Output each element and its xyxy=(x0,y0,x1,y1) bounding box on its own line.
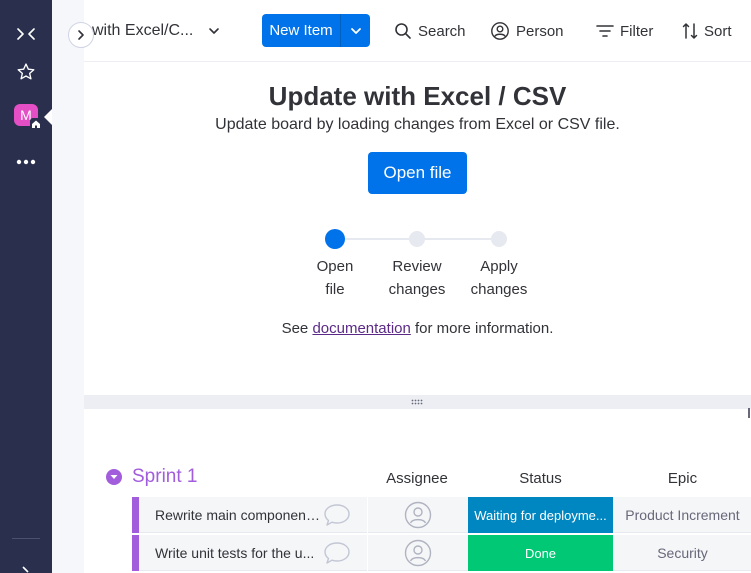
group-color-bar xyxy=(132,497,139,533)
panel-resize-handle[interactable] xyxy=(84,395,751,409)
comment-bubble-icon[interactable] xyxy=(323,541,351,570)
board-title[interactable]: with Excel/C... xyxy=(92,22,193,40)
new-item-dropdown[interactable] xyxy=(341,25,370,37)
group-header: Sprint 1 xyxy=(106,464,197,490)
column-header-status[interactable]: Status xyxy=(468,470,613,487)
step-label-line: Review xyxy=(392,258,442,275)
person-label: Person xyxy=(516,22,564,40)
status-label: Done xyxy=(524,545,557,561)
sort-icon xyxy=(682,23,698,39)
chevron-down-icon[interactable] xyxy=(208,24,220,42)
group-color-bar xyxy=(132,535,139,571)
item-name[interactable]: Write unit tests for the u... xyxy=(155,545,320,561)
scrollbar-edge[interactable] xyxy=(748,408,750,418)
documentation-link[interactable]: documentation xyxy=(312,320,410,337)
home-icon xyxy=(30,118,42,130)
step-label-line: changes xyxy=(388,281,446,298)
status-cell[interactable]: Done xyxy=(468,535,613,571)
epic-cell[interactable]: Security xyxy=(614,535,751,571)
step-label-line: changes xyxy=(470,281,528,298)
filter-label: Filter xyxy=(620,22,654,40)
person-icon xyxy=(491,22,509,40)
item-name[interactable]: Rewrite main component... xyxy=(155,507,320,523)
expand-panel-button[interactable] xyxy=(68,22,94,48)
chevron-down-icon xyxy=(350,27,361,34)
person-placeholder-icon xyxy=(404,539,431,567)
status-cell[interactable]: Waiting for deployme... xyxy=(468,497,613,533)
panel-title: Update with Excel / CSV xyxy=(268,81,567,111)
doc-suffix: for more information. xyxy=(410,320,554,337)
group-collapse-icon[interactable] xyxy=(106,469,122,485)
search-icon xyxy=(395,23,411,39)
sort-button[interactable]: Sort xyxy=(682,20,732,42)
sort-label: Sort xyxy=(704,22,732,40)
person-placeholder-icon xyxy=(404,501,431,529)
step-label-review: Review changes xyxy=(377,255,457,301)
comment-bubble-icon[interactable] xyxy=(323,503,351,532)
search-button[interactable]: Search xyxy=(394,20,466,42)
step-dot-apply xyxy=(491,231,507,247)
new-item-button[interactable]: New Item xyxy=(262,14,370,47)
search-label: Search xyxy=(418,22,466,40)
favorites-star-icon[interactable] xyxy=(0,55,52,89)
more-options-icon[interactable] xyxy=(0,145,52,179)
assignee-cell[interactable] xyxy=(367,497,467,533)
step-label-open-file: Open file xyxy=(295,255,375,301)
collapse-expand-icon[interactable] xyxy=(0,17,52,51)
group-name[interactable]: Sprint 1 xyxy=(132,466,197,488)
secondary-panel xyxy=(52,0,84,573)
epic-cell[interactable]: Product Increment xyxy=(614,497,751,533)
documentation-note: See documentation for more information. xyxy=(84,320,751,337)
table-row[interactable]: Write unit tests for the u... Done Secur… xyxy=(132,535,751,571)
arrow-icon[interactable] xyxy=(0,558,52,573)
board-toolbar: with Excel/C... New Item Search Person F… xyxy=(84,0,751,62)
open-file-button[interactable]: Open file xyxy=(368,152,467,194)
rail-divider xyxy=(12,538,40,539)
new-item-label[interactable]: New Item xyxy=(262,22,340,39)
step-label-apply: Apply changes xyxy=(459,255,539,301)
assignee-cell[interactable] xyxy=(367,535,467,571)
step-label-line: file xyxy=(325,281,345,298)
chevron-right-icon xyxy=(78,30,84,40)
status-label: Waiting for deployme... xyxy=(474,507,607,523)
column-header-epic[interactable]: Epic xyxy=(614,470,751,487)
step-label-line: Open xyxy=(316,258,354,275)
filter-icon xyxy=(596,25,614,37)
step-label-line: Apply xyxy=(480,258,518,275)
person-filter-button[interactable]: Person xyxy=(490,20,564,42)
left-rail: M xyxy=(0,0,52,573)
step-dot-open-file xyxy=(325,229,345,249)
main-content: with Excel/C... New Item Search Person F… xyxy=(84,0,751,573)
filter-button[interactable]: Filter xyxy=(596,20,653,42)
doc-prefix: See xyxy=(281,320,313,337)
panel-subtitle: Update board by loading changes from Exc… xyxy=(215,116,620,133)
workspace-avatar: M xyxy=(14,104,42,130)
step-dot-review xyxy=(409,231,425,247)
drag-grip-icon xyxy=(411,399,425,405)
column-header-assignee[interactable]: Assignee xyxy=(367,470,467,487)
table-row[interactable]: Rewrite main component... Waiting for de… xyxy=(132,497,751,533)
